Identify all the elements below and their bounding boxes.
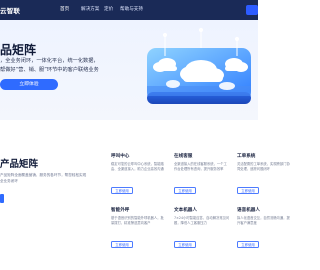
product-card-title: 语音机器人: [237, 208, 260, 213]
product-card-desc: 基于语音识别的智能外呼机器人，批量拨打，精准筛选意向客户: [111, 216, 164, 225]
logo[interactable]: 云智联: [0, 5, 20, 15]
use-now-button[interactable]: 立即使用: [174, 187, 196, 194]
product-card-title: 在线客服: [174, 154, 193, 159]
hero-title: 品矩阵: [0, 43, 37, 57]
product-card-desc: 灵活配置的工单系统，实现跨部门协同处理，追踪问题闭环: [237, 162, 290, 171]
nav-item-help[interactable]: 帮助与支持: [120, 6, 143, 12]
products-desc-line-2: 全业务闭环: [0, 179, 18, 183]
use-now-button[interactable]: 立即使用: [111, 241, 133, 248]
products-section-description: 产品矩阵全面覆盖营销、服务的各环节，帮您轻松实现 全业务闭环: [0, 172, 102, 184]
product-card-text-bot: 文本机器人 7×24小时智能应答，自动解决常见问题，降低人工客服压力 立即使用: [174, 207, 230, 259]
product-card-voice-bot: 语音机器人 拟人化语音交互，自然流畅沟通，提升客户满意度 立即使用: [237, 207, 293, 259]
product-card-title: 智能外呼: [111, 208, 130, 213]
use-now-button[interactable]: 立即使用: [174, 241, 196, 248]
hero-desc-line-2: 帮做好“营、销、服”环节中的客户联络业务: [0, 67, 99, 73]
section-accent-bar: [0, 194, 4, 203]
product-card-desc: 拟人化语音交互，自然流畅沟通，提升客户满意度: [237, 216, 290, 225]
hero-desc-line-1: ，全业务闭环，一体化平台，统一化数据，: [0, 58, 99, 64]
product-card-desc: 全渠道接入的在线客服系统，一个工作台处理所有咨询，提升服务效率: [174, 162, 227, 171]
product-card-title: 呼叫中心: [111, 154, 130, 159]
nav-item-home[interactable]: 首页: [60, 6, 69, 12]
product-card-online-service: 在线客服 全渠道接入的在线客服系统，一个工作台处理所有咨询，提升服务效率 立即使…: [174, 153, 230, 205]
product-card-ticket-system: 工单系统 灵活配置的工单系统，实现跨部门协同处理，追踪问题闭环 立即使用: [237, 153, 293, 205]
product-card-title: 文本机器人: [174, 208, 197, 213]
nav-action-button[interactable]: [246, 5, 258, 15]
nav-item-solutions[interactable]: 解决方案: [81, 6, 99, 12]
products-section-title: 产品矩阵: [0, 159, 39, 170]
use-now-button[interactable]: 立即使用: [237, 187, 259, 194]
cloud-illustration: [147, 27, 251, 104]
nav-item-pricing[interactable]: 定价: [104, 6, 113, 12]
hero-banner: 品矩阵 ，全业务闭环，一体化平台，统一化数据， 帮做好“营、销、服”环节中的客户…: [0, 20, 258, 120]
product-card-smart-outbound: 智能外呼 基于语音识别的智能外呼机器人，批量拨打，精准筛选意向客户 立即使用: [111, 207, 167, 259]
product-card-desc: 7×24小时智能应答，自动解决常见问题，降低人工客服压力: [174, 216, 230, 225]
product-card-title: 工单系统: [237, 154, 256, 159]
top-nav: 云智联 首页 解决方案 定价 帮助与支持: [0, 0, 258, 20]
try-now-button[interactable]: 立即体验: [0, 79, 58, 90]
product-card-call-center: 呼叫中心 稳定可靠的云呼叫中心系统，智能路由、全渠道接入，助力企业高效沟通 立即…: [111, 153, 167, 205]
use-now-button[interactable]: 立即使用: [111, 187, 133, 194]
use-now-button[interactable]: 立即使用: [237, 241, 259, 248]
hero-description: ，全业务闭环，一体化平台，统一化数据， 帮做好“营、销、服”环节中的客户联络业务: [0, 57, 150, 75]
product-card-desc: 稳定可靠的云呼叫中心系统，智能路由、全渠道接入，助力企业高效沟通: [111, 162, 164, 171]
